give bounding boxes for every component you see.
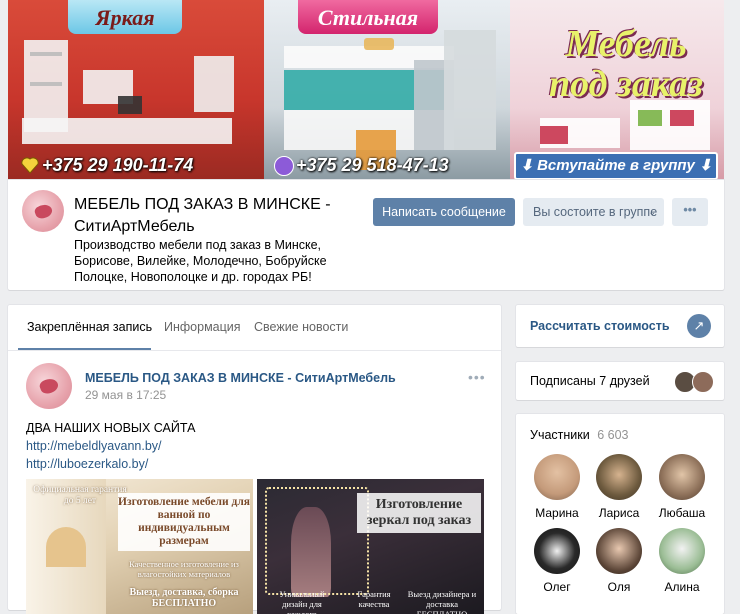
arrow-down-icon: ⬇: [520, 157, 538, 174]
member-avatar: [534, 454, 580, 500]
member-item[interactable]: Олег: [526, 528, 588, 594]
post-link-2[interactable]: http://luboezerkalo.by/: [26, 455, 195, 473]
member-name: Олег: [543, 580, 571, 594]
tab-information[interactable]: Информация: [164, 320, 241, 334]
cover-join-banner: ⬇ Вступайте в группу ⬇: [514, 152, 718, 180]
post-menu-button[interactable]: •••: [468, 369, 486, 385]
member-item[interactable]: Оля: [588, 528, 650, 594]
group-avatar[interactable]: [22, 190, 64, 232]
photo1-guarantee: Официальная гарантия до 5 лет: [33, 485, 127, 506]
friend-avatar[interactable]: [692, 371, 714, 393]
cover-headline-line2: под заказ: [549, 63, 703, 105]
post-photo-bathroom[interactable]: Официальная гарантия до 5 лет Изготовлен…: [26, 479, 253, 614]
cover-viber-icon: [20, 156, 40, 174]
member-name: Алина: [664, 580, 700, 594]
cover-join-label: Вступайте в группу: [537, 157, 695, 174]
member-name: Марина: [535, 506, 579, 520]
cover-headline: Мебель под заказ: [528, 24, 724, 104]
member-avatar: [659, 528, 705, 574]
calc-price-block[interactable]: Рассчитать стоимость ↗: [516, 305, 724, 347]
post-photo-mirrors[interactable]: Изготовление зеркал под заказ Уникальный…: [257, 479, 484, 614]
photo2-feature-2: Гарантия качества: [357, 589, 391, 609]
group-title: МЕБЕЛЬ ПОД ЗАКАЗ В МИНСКЕ - СитиАртМебел…: [74, 196, 331, 235]
post-link-1[interactable]: http://mebeldlyavann.by/: [26, 437, 195, 455]
wall-feed: Закреплённая запись Информация Свежие но…: [8, 305, 501, 614]
cover-tag-bright: Яркая: [68, 0, 182, 34]
cover-phone-icon: [274, 156, 294, 176]
member-name: Оля: [607, 580, 631, 594]
friends-subscribed-label[interactable]: Подписаны 7 друзей: [530, 374, 650, 388]
arrow-down-icon-right: ⬇: [694, 157, 712, 174]
post-body: ДВА НАШИХ НОВЫХ САЙТА http://mebeldlyava…: [26, 419, 195, 473]
photo1-footer: Выезд, доставка, сборка БЕСПЛАТНО: [129, 587, 239, 609]
membership-label: Вы состоите в группе: [533, 205, 658, 219]
calc-price-link[interactable]: Рассчитать стоимость: [530, 319, 670, 333]
photo1-note: Качественное изготовление из влагостойки…: [129, 559, 239, 579]
photo1-banner: Изготовление мебели для ванной по индиви…: [118, 493, 250, 551]
member-name: Любаша: [658, 506, 706, 520]
members-label: Участники: [530, 428, 590, 442]
member-item[interactable]: Марина: [526, 454, 588, 520]
more-actions-button[interactable]: •••: [672, 198, 708, 226]
post-text: ДВА НАШИХ НОВЫХ САЙТА: [26, 421, 196, 435]
member-item[interactable]: Лариса: [588, 454, 650, 520]
tab-latest-news[interactable]: Свежие новости: [254, 320, 348, 334]
arrow-up-right-icon[interactable]: ↗: [687, 314, 711, 338]
cover-headline-line1: Мебель: [565, 23, 687, 65]
send-message-button[interactable]: Написать сообщение: [373, 198, 515, 226]
post-author-link[interactable]: МЕБЕЛЬ ПОД ЗАКАЗ В МИНСКЕ - СитиАртМебел…: [85, 371, 396, 385]
chevron-down-icon: ⌄: [648, 207, 656, 217]
post-date[interactable]: 29 мая в 17:25: [85, 388, 166, 402]
members-block: Участники 6 603 Марина Лариса Любаша Оле…: [516, 414, 724, 614]
membership-dropdown-button[interactable]: Вы состоите в группе ⌄: [523, 198, 664, 226]
member-avatar: [596, 454, 642, 500]
member-name: Лариса: [598, 506, 640, 520]
member-item[interactable]: Любаша: [651, 454, 713, 520]
post-author-avatar[interactable]: [26, 363, 72, 409]
group-description: Производство мебели под заказ в Минске, …: [74, 238, 327, 284]
member-avatar: [534, 528, 580, 574]
tab-pinned-post[interactable]: Закреплённая запись: [27, 320, 152, 334]
photo2-feature-1: Уникальный дизайн для каждого: [279, 589, 325, 614]
group-cover[interactable]: Яркая Стильная Мебель под заказ +375 29 …: [8, 0, 724, 180]
members-header[interactable]: Участники 6 603: [530, 428, 628, 442]
member-item[interactable]: Алина: [651, 528, 713, 594]
cover-tag-stylish: Стильная: [298, 0, 438, 34]
wall-tabs: Закреплённая запись Информация Свежие но…: [8, 305, 501, 351]
member-avatar: [659, 454, 705, 500]
members-count: 6 603: [597, 428, 629, 442]
friends-subscribed-block[interactable]: Подписаны 7 друзей: [516, 362, 724, 400]
photo2-banner: Изготовление зеркал под заказ: [357, 493, 481, 533]
cover-phone-1: +375 29 190-11-74: [42, 155, 194, 175]
active-tab-indicator: [18, 348, 151, 350]
member-avatar: [596, 528, 642, 574]
group-header: МЕБЕЛЬ ПОД ЗАКАЗ В МИНСКЕ - СитиАртМебел…: [8, 180, 724, 290]
cover-phone-2: +375 29 518-47-13: [296, 155, 449, 175]
photo2-feature-3: Выезд дизайнера и доставка БЕСПЛАТНО: [407, 589, 477, 614]
